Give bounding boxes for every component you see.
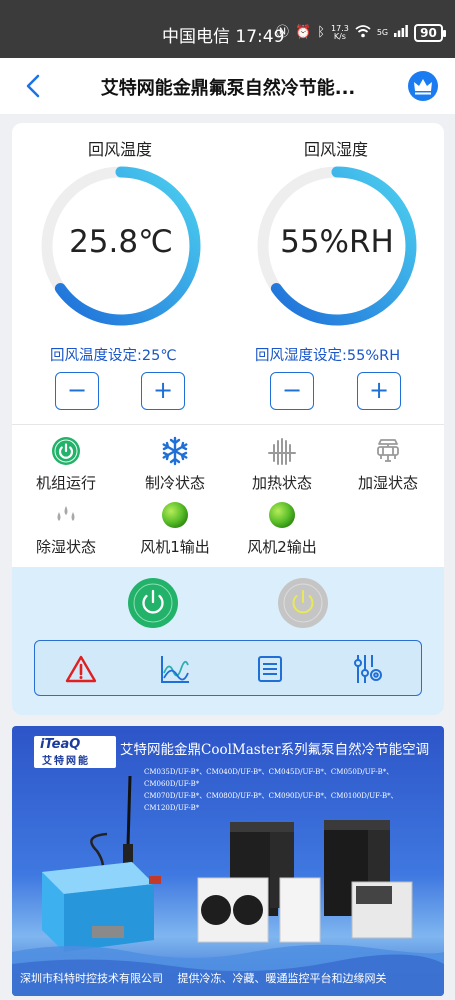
indicator-light-icon [162,502,188,528]
status-label: 加湿状态 [357,474,418,492]
net-speed-unit: K/s [333,32,346,41]
power-on-button[interactable] [128,578,178,628]
records-button[interactable] [252,651,288,687]
status-heating: 加热状态 [230,436,334,493]
divider [12,424,444,425]
page-title: 艾特网能金鼎氟泵自然冷节能... [100,78,356,99]
settings-button[interactable] [350,651,386,687]
vip-button[interactable] [408,71,438,101]
wifi-icon [355,24,371,42]
water-drops-icon [57,506,75,521]
signal-label: 5G [376,28,389,37]
chevron-left-icon [26,74,40,98]
alarm-button[interactable] [63,651,99,687]
product-banner[interactable]: iTeaQ 艾特网能 艾特网能金鼎CoolMaster系列氟泵自然冷节能空调 C… [12,726,444,996]
sliders-icon [354,655,382,683]
humidity-value: 55%RH [280,224,394,260]
power-icon [133,583,173,623]
status-humidifying: 加湿状态 [336,436,440,493]
humidity-title: 回风湿度 [303,140,368,159]
status-fan1: 风机1输出 [123,500,227,557]
signal-icon [394,25,409,41]
bluetooth-icon: ᛒ [317,25,326,40]
status-label: 风机1输出 [140,538,210,556]
app-header: 艾特网能金鼎氟泵自然冷节能... [0,58,455,114]
banner-illustration [12,775,444,996]
warning-icon [65,655,97,683]
carrier-time: 中国电信 17:49 [162,27,285,47]
condenser-unit-image [197,877,413,943]
list-icon [258,656,282,682]
status-fan2: 风机2输出 [230,500,334,557]
status-label: 机组运行 [35,474,96,492]
alarm-icon: ⏰ [295,25,312,40]
status-label: 加热状态 [251,474,312,492]
humidity-setpoint: 回风湿度设定:55%RH [255,348,401,364]
trend-button[interactable] [157,651,193,687]
nfc-icon: Ⓝ [276,25,290,40]
status-icons: Ⓝ ⏰ ᛒ 17.3 K/s 5G 90 [276,24,446,42]
humidifier-icon [377,439,399,462]
control-panel [12,567,444,715]
power-off-button[interactable] [278,578,328,628]
back-button[interactable] [20,72,48,100]
power-icon [283,583,323,623]
tool-bar [34,640,422,696]
power-on-icon [52,437,80,465]
status-label: 制冷状态 [144,474,205,492]
status-dehumidifying: 除湿状态 [14,500,118,557]
line-chart-icon [161,656,189,683]
humidity-increase-button[interactable]: + [357,372,401,410]
main-card: 回风温度 25.8℃ 回风温度设定:25℃ − + 回风湿度 55%RH 回风湿… [12,123,444,715]
status-label: 除湿状态 [35,538,96,556]
status-bar: 中国电信 17:49 Ⓝ ⏰ ᛒ 17.3 K/s 5G 90 [0,0,455,58]
status-cooling: 制冷状态 [123,436,227,493]
crown-icon [414,79,432,95]
temperature-increase-button[interactable]: + [141,372,185,410]
banner-footer: 深圳市科特时控技术有限公司 提供冷冻、冷藏、暖通监控平台和边缘网关 [20,972,387,985]
net-speed: 17.3 K/s [331,25,349,41]
status-unit-running: 机组运行 [14,436,118,493]
temperature-setpoint: 回风温度设定:25℃ [50,348,177,364]
status-label: 风机2输出 [247,538,317,556]
gateway-device-image [42,862,161,952]
temperature-title: 回风温度 [87,140,152,159]
snowflake-icon [162,436,188,466]
indicator-light-icon [269,502,295,528]
temperature-value: 25.8℃ [69,224,173,260]
humidity-decrease-button[interactable]: − [270,372,314,410]
heater-icon [268,438,296,465]
temperature-decrease-button[interactable]: − [55,372,99,410]
battery-indicator: 90 [414,24,446,42]
